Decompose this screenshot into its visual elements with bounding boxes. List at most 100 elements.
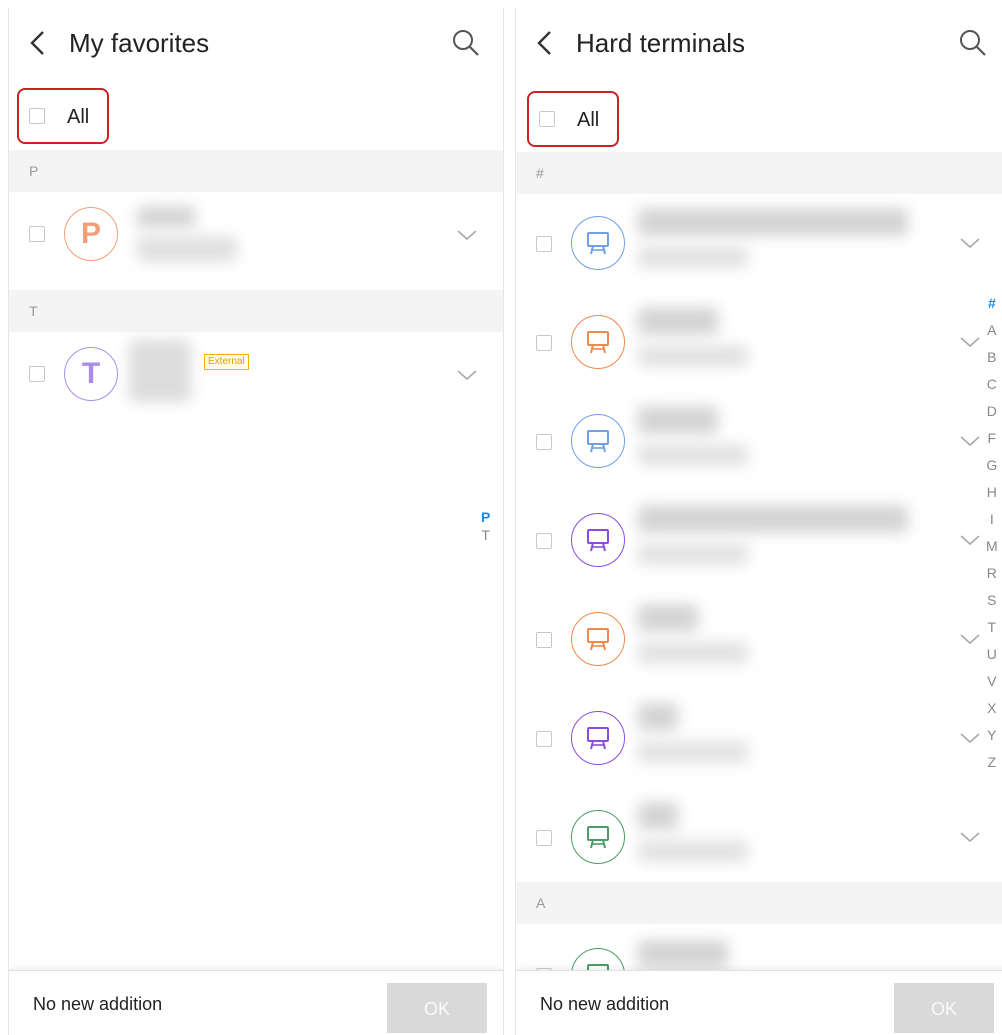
terminal-row[interactable] xyxy=(516,491,1002,590)
avatar xyxy=(571,711,625,765)
selection-status: No new addition xyxy=(33,994,163,1014)
search-icon[interactable] xyxy=(451,28,481,58)
section-header-t: T xyxy=(9,290,503,332)
alphabet-index: # A B C D F G H I M R S T U V X Y Z xyxy=(986,290,998,776)
terminal-row[interactable] xyxy=(516,293,1002,392)
whiteboard-icon xyxy=(587,331,609,354)
index-letter[interactable]: X xyxy=(987,695,996,722)
blurred-name xyxy=(638,307,718,335)
index-letter[interactable]: Z xyxy=(988,749,997,776)
ok-button[interactable]: OK xyxy=(894,983,994,1033)
chevron-down-icon[interactable] xyxy=(959,335,981,349)
list-item[interactable]: P xyxy=(9,194,503,274)
avatar xyxy=(571,810,625,864)
footer-bar: No new addition OK xyxy=(516,970,1002,1035)
terminal-row[interactable] xyxy=(516,788,1002,887)
chevron-down-icon[interactable] xyxy=(456,368,478,382)
index-letter[interactable]: S xyxy=(987,587,996,614)
chevron-down-icon[interactable] xyxy=(959,434,981,448)
whiteboard-icon xyxy=(587,529,609,552)
header: Hard terminals xyxy=(516,8,1002,78)
index-letter[interactable]: T xyxy=(988,614,997,641)
avatar xyxy=(571,612,625,666)
index-letter[interactable]: B xyxy=(987,344,996,371)
index-letter[interactable]: V xyxy=(987,668,996,695)
select-all-highlight[interactable]: All xyxy=(17,88,109,144)
select-all-checkbox[interactable] xyxy=(29,108,45,124)
chevron-down-icon[interactable] xyxy=(959,236,981,250)
index-letter[interactable]: H xyxy=(987,479,997,506)
select-all-label: All xyxy=(577,109,600,131)
blurred-name xyxy=(638,802,678,830)
blurred-name xyxy=(129,340,191,402)
select-all-label: All xyxy=(67,106,90,128)
index-letter-p[interactable]: P xyxy=(481,508,490,526)
back-icon[interactable] xyxy=(530,28,560,58)
avatar-letter: P xyxy=(80,217,101,250)
avatar xyxy=(571,315,625,369)
list-item[interactable]: T External xyxy=(9,334,503,414)
index-letter[interactable]: R xyxy=(987,560,997,587)
chevron-down-icon[interactable] xyxy=(959,632,981,646)
terminal-row[interactable] xyxy=(516,194,1002,293)
index-letter[interactable]: G xyxy=(986,452,997,479)
item-checkbox[interactable] xyxy=(536,731,552,747)
terminal-row[interactable] xyxy=(516,689,1002,788)
select-all-checkbox[interactable] xyxy=(539,111,555,127)
blurred-detail xyxy=(137,236,237,262)
selection-status: No new addition xyxy=(540,994,670,1014)
index-letter[interactable]: Y xyxy=(987,722,996,749)
index-letter-t[interactable]: T xyxy=(481,526,490,544)
page-title: Hard terminals xyxy=(576,28,746,58)
select-all-highlight[interactable]: All xyxy=(527,91,619,147)
index-letter[interactable]: I xyxy=(990,506,994,533)
chevron-down-icon[interactable] xyxy=(959,533,981,547)
index-letter[interactable]: D xyxy=(987,398,997,425)
whiteboard-icon xyxy=(587,628,609,651)
back-icon[interactable] xyxy=(23,28,53,58)
chevron-down-icon[interactable] xyxy=(959,830,981,844)
item-checkbox[interactable] xyxy=(536,434,552,450)
section-header-p: P xyxy=(9,150,503,192)
item-checkbox[interactable] xyxy=(29,366,45,382)
blurred-name xyxy=(638,940,728,968)
whiteboard-icon xyxy=(587,430,609,453)
blurred-detail xyxy=(638,246,748,268)
blurred-detail xyxy=(638,444,748,466)
avatar: T xyxy=(64,347,118,401)
select-all-row: All xyxy=(516,91,1002,147)
item-checkbox[interactable] xyxy=(536,236,552,252)
index-letter[interactable]: C xyxy=(987,371,997,398)
whiteboard-icon xyxy=(587,727,609,750)
hard-terminals-panel: Hard terminals All # A # A B C D F G H I M R S T U V X Y… xyxy=(515,8,1002,1035)
footer-bar: No new addition OK xyxy=(9,970,503,1035)
item-checkbox[interactable] xyxy=(536,830,552,846)
blurred-name xyxy=(638,703,678,731)
index-letter[interactable]: M xyxy=(986,533,998,560)
blurred-name xyxy=(638,406,718,434)
item-checkbox[interactable] xyxy=(536,533,552,549)
terminal-row[interactable] xyxy=(516,590,1002,689)
header: My favorites xyxy=(9,8,503,78)
terminal-row[interactable] xyxy=(516,392,1002,491)
chevron-down-icon[interactable] xyxy=(959,731,981,745)
ok-button[interactable]: OK xyxy=(387,983,487,1033)
index-letter[interactable]: F xyxy=(988,425,997,452)
external-badge: External xyxy=(204,354,249,370)
index-letter[interactable]: U xyxy=(987,641,997,668)
blurred-detail xyxy=(638,840,748,862)
index-letter[interactable]: A xyxy=(987,317,996,344)
blurred-detail xyxy=(638,543,748,565)
avatar: P xyxy=(64,207,118,261)
item-checkbox[interactable] xyxy=(536,335,552,351)
blurred-detail xyxy=(638,642,748,664)
avatar xyxy=(571,513,625,567)
section-header-a: A xyxy=(516,882,1002,924)
index-letter[interactable]: # xyxy=(988,290,996,317)
page-title: My favorites xyxy=(69,28,210,58)
item-checkbox[interactable] xyxy=(536,632,552,648)
search-icon[interactable] xyxy=(958,28,988,58)
blurred-detail xyxy=(638,741,748,763)
chevron-down-icon[interactable] xyxy=(456,228,478,242)
item-checkbox[interactable] xyxy=(29,226,45,242)
